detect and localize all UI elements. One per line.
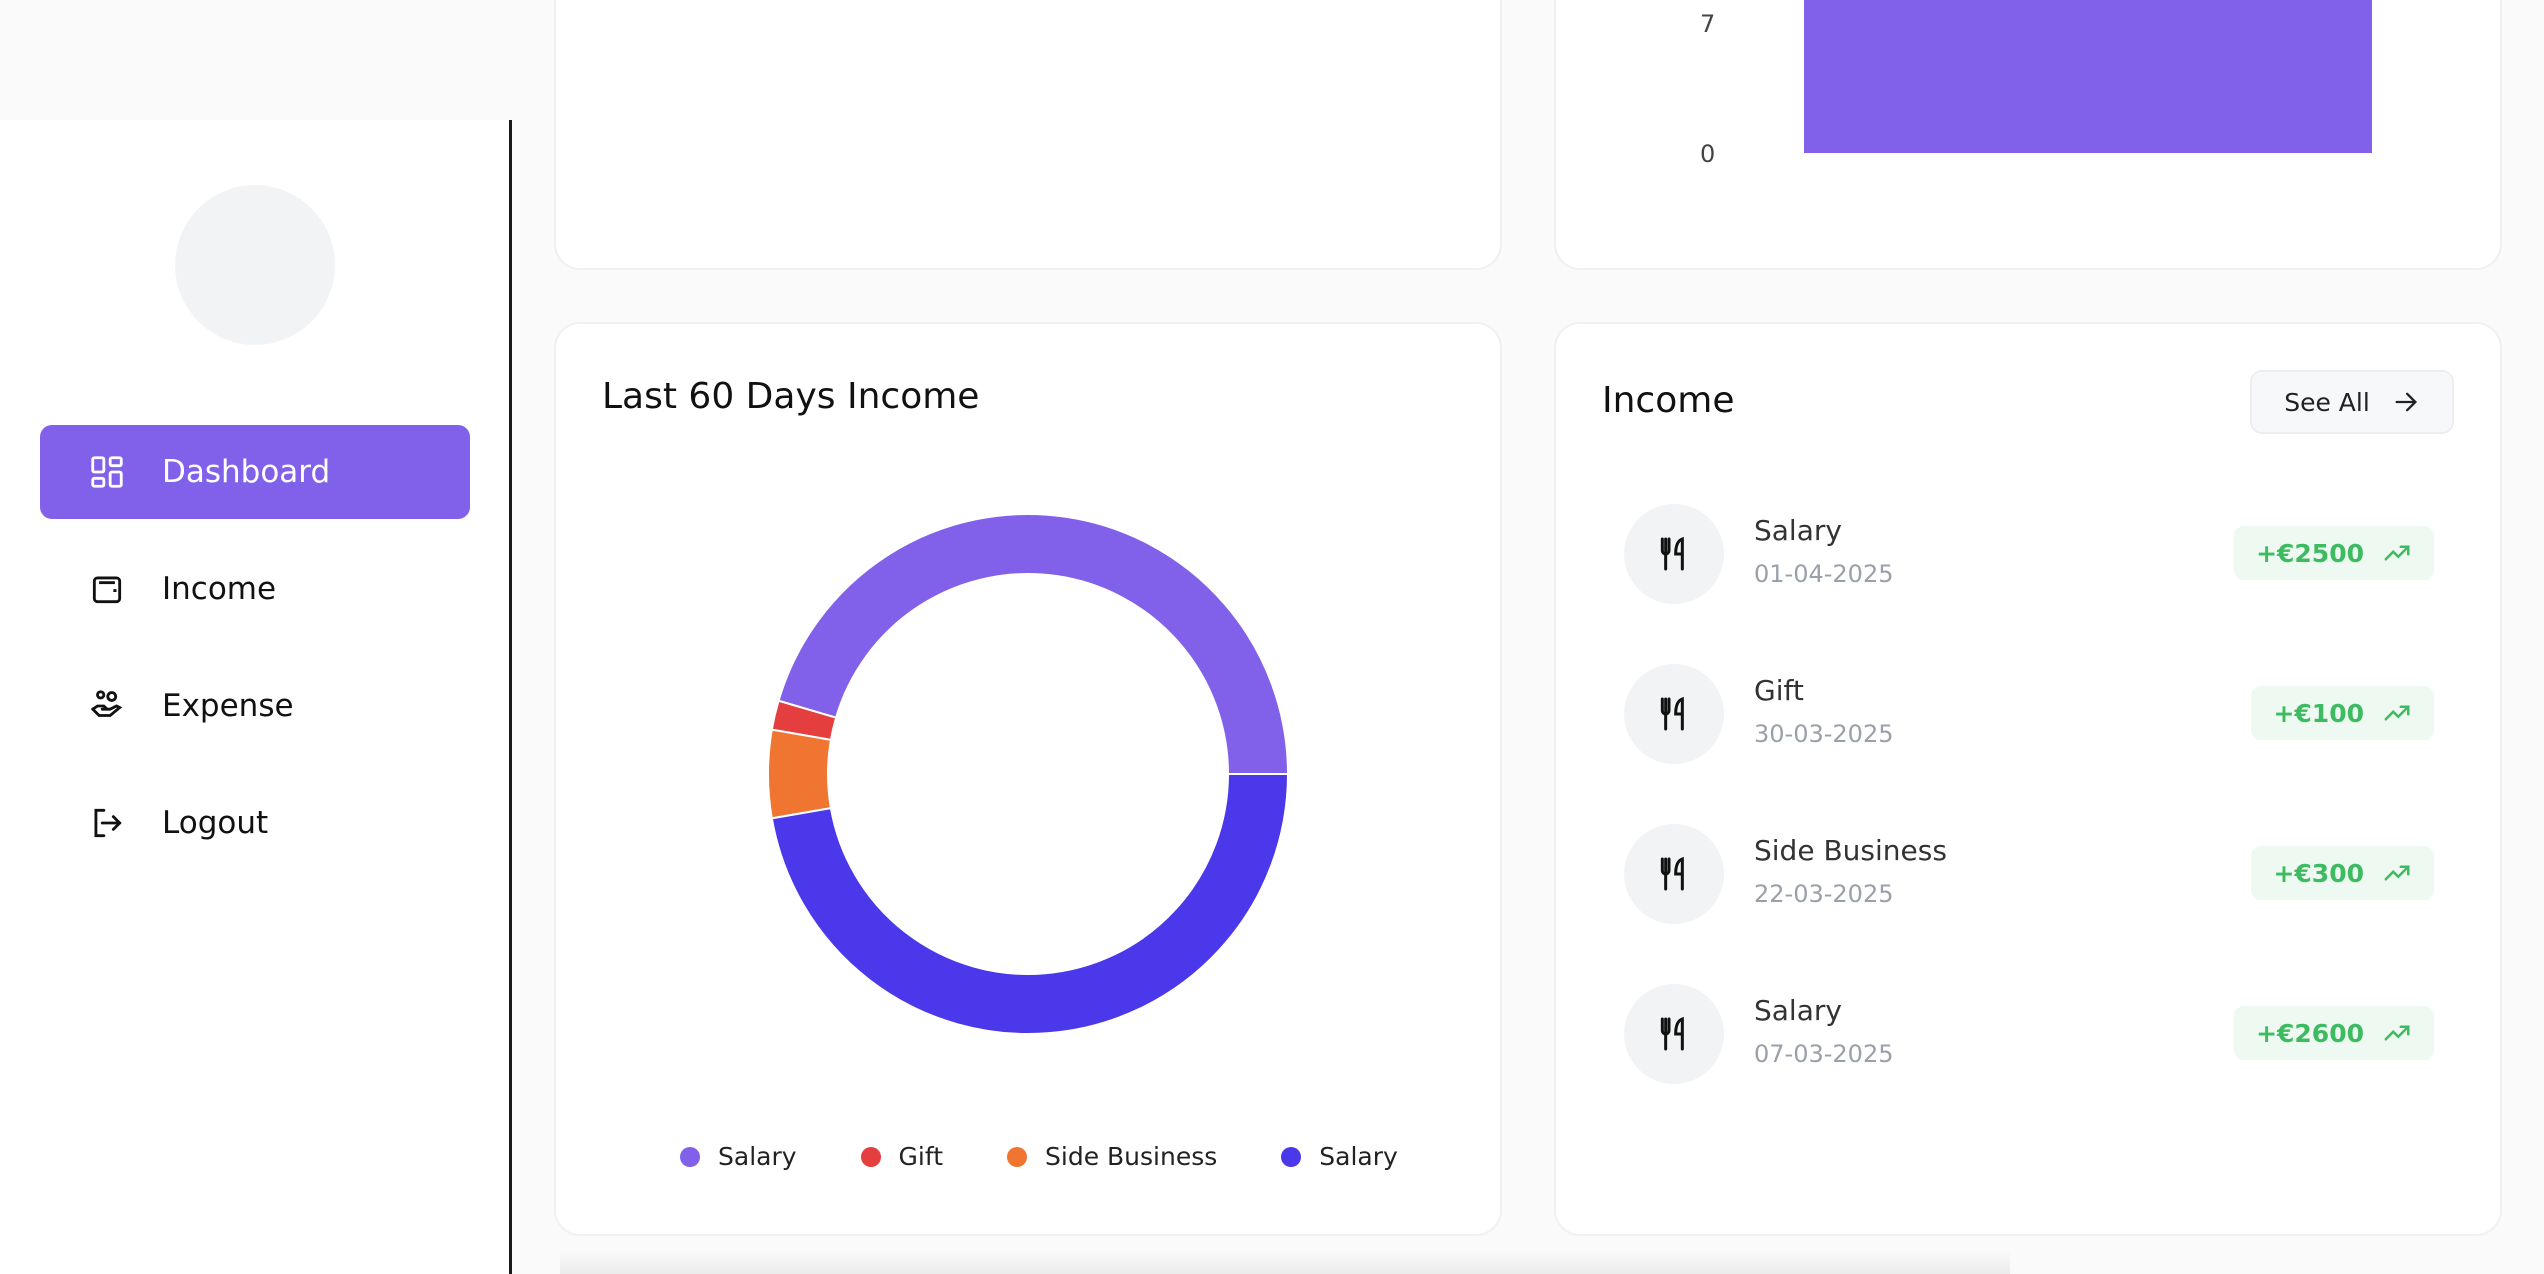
trending-up-icon [2382,538,2412,568]
sidebar-item-label: Expense [162,688,294,724]
sidebar-item-label: Income [162,571,277,607]
list-item[interactable]: Salary 07-03-2025 +€2600 [1624,984,2434,1084]
bar-chart-bar[interactable] [1804,0,2372,153]
legend-dot [1281,1146,1302,1167]
legend-label: Salary [1319,1142,1398,1171]
sidebar-item-income[interactable]: Income [40,542,470,636]
legend-dot [680,1146,700,1167]
income-source: Salary [1754,514,1842,547]
list-item[interactable]: Side Business 22-03-2025 +€300 [1624,824,2434,924]
income-source: Salary [1754,994,1842,1027]
legend-label: Salary [718,1142,797,1171]
amount-label: +€2500 [2256,538,2364,568]
income-date: 07-03-2025 [1754,1040,1894,1068]
top-left-card [554,0,1502,270]
avatar [175,185,335,345]
card-title: Last 60 Days Income [602,376,980,417]
amount-badge: +€2500 [2234,526,2434,580]
legend-item: Side Business [1007,1142,1217,1171]
income-date: 22-03-2025 [1754,880,1894,908]
income-donut-chart [768,514,1288,1034]
trending-up-icon [2382,1018,2412,1048]
sidebar: Dashboard Income Expense Logout [0,120,512,1274]
amount-badge: +€300 [2251,846,2434,900]
card-title: Income [1602,380,1735,421]
sidebar-item-logout[interactable]: Logout [40,776,470,870]
logout-icon [88,804,126,842]
legend-dot [1007,1146,1028,1167]
donut-slice-salary[interactable] [770,773,1288,1034]
see-all-button[interactable]: See All [2250,370,2454,434]
trending-up-icon [2382,858,2412,888]
amount-label: +€300 [2273,858,2364,888]
utensils-icon [1624,824,1724,924]
sidebar-item-expense[interactable]: Expense [40,659,470,753]
amount-badge: +€2600 [2234,1006,2434,1060]
utensils-icon [1624,984,1724,1084]
amount-badge: +€100 [2251,686,2434,740]
arrow-right-icon [2392,388,2420,416]
donut-slice-side-business[interactable] [768,728,833,820]
amount-label: +€2600 [2256,1018,2364,1048]
legend-item: Salary [680,1142,797,1171]
income-date: 30-03-2025 [1754,720,1894,748]
y-tick-label: 0 [1700,140,1716,168]
income-card [1554,322,2502,1236]
list-item[interactable]: Salary 01-04-2025 +€2500 [1624,504,2434,604]
y-tick-label: 7 [1700,10,1716,38]
income-date: 01-04-2025 [1754,560,1894,588]
trending-up-icon [2382,698,2412,728]
amount-label: +€100 [2273,698,2364,728]
legend-label: Gift [898,1142,944,1171]
utensils-icon [1624,664,1724,764]
income-source: Side Business [1754,834,1947,867]
chart-legend: Salary Gift Side Business Salary [680,1142,1398,1171]
scroll-shadow [560,1250,2010,1274]
sidebar-item-label: Dashboard [162,454,331,490]
utensils-icon [1624,504,1724,604]
see-all-label: See All [2284,387,2370,417]
sidebar-item-label: Logout [162,805,269,841]
income-source: Gift [1754,674,1804,707]
hand-coins-icon [88,687,126,725]
dashboard-grid-icon [88,453,126,491]
wallet-icon [88,570,126,608]
donut-slice-salary[interactable] [777,514,1288,775]
legend-dot [860,1146,881,1167]
list-item[interactable]: Gift 30-03-2025 +€100 [1624,664,2434,764]
sidebar-item-dashboard[interactable]: Dashboard [40,425,470,519]
dashboard-page: Dashboard Income Expense Logout 7 0 Last… [0,0,2544,1274]
legend-label: Side Business [1045,1142,1218,1171]
legend-item: Gift [860,1142,944,1171]
legend-item: Salary [1281,1142,1398,1171]
